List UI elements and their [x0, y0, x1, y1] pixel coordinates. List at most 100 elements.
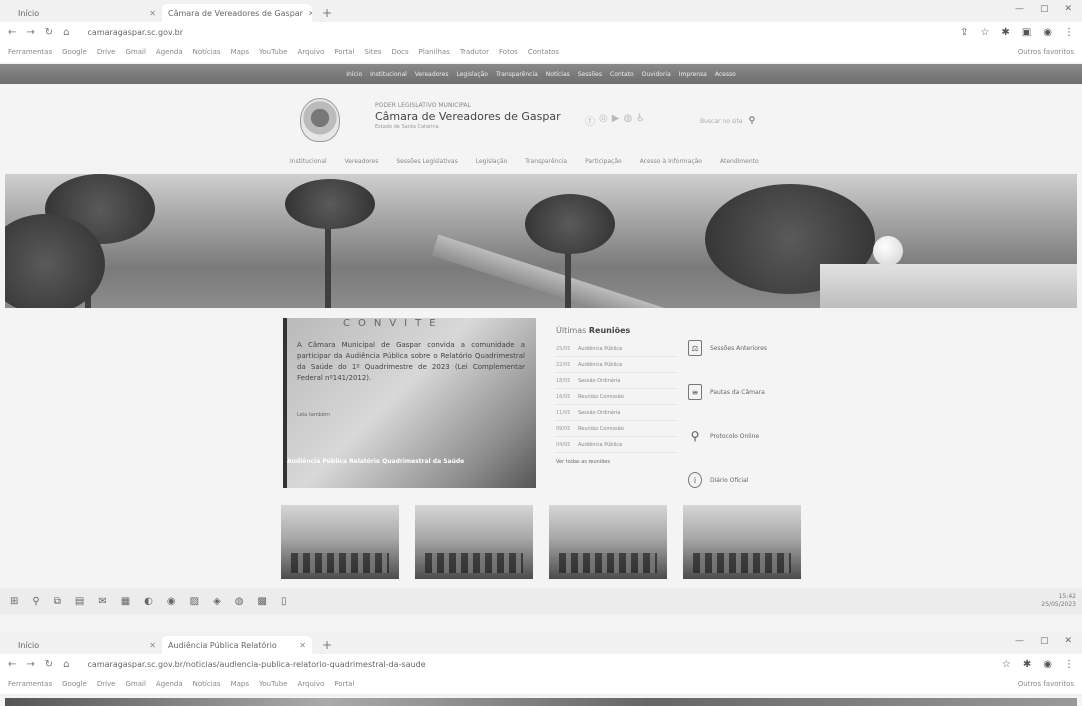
search-icon[interactable]: ⚲ [32, 596, 39, 607]
quick-link-protocol[interactable]: ⚲ Protocolo Online [688, 414, 828, 458]
gallery-photo[interactable] [281, 505, 399, 579]
youtube-icon[interactable]: ▶ [612, 113, 620, 128]
share-icon[interactable]: ⇪ [960, 27, 968, 38]
meeting-row[interactable]: 04/05 Audiência Pública [556, 437, 676, 453]
back-icon[interactable]: ← [8, 27, 16, 38]
close-icon[interactable]: ✕ [299, 641, 306, 650]
topnav-item[interactable]: Sessões [578, 71, 602, 78]
bookmark[interactable]: Portal [334, 48, 354, 56]
home-icon[interactable]: ⌂ [63, 27, 69, 38]
app-icon[interactable]: ◍ [235, 596, 244, 607]
mail-icon[interactable]: ✉ [98, 596, 106, 607]
bookmark[interactable]: Gmail [125, 680, 145, 688]
meeting-row[interactable]: 11/05 Sessão Ordinária [556, 405, 676, 421]
browser-tab[interactable]: Audiência Pública Relatório ✕ [162, 636, 312, 654]
mainnav-item[interactable]: Participação [585, 158, 622, 165]
bookmark[interactable]: Agenda [156, 680, 183, 688]
topnav-item[interactable]: Início [346, 71, 362, 78]
mainnav-item[interactable]: Atendimento [720, 158, 759, 165]
meeting-row[interactable]: 18/05 Sessão Ordinária [556, 373, 676, 389]
all-meetings-link[interactable]: Ver todas as reuniões [556, 459, 676, 465]
back-icon[interactable]: ← [8, 659, 16, 670]
bookmark[interactable]: Contatos [528, 48, 559, 56]
url-bar[interactable]: camaragaspar.sc.gov.br [80, 28, 184, 37]
bookmark[interactable]: Portal [334, 680, 354, 688]
bookmark[interactable]: Maps [231, 680, 249, 688]
topnav-item[interactable]: Institucional [370, 71, 407, 78]
reload-icon[interactable]: ↻ [45, 27, 53, 38]
gallery-photo[interactable] [683, 505, 801, 579]
forward-icon[interactable]: → [26, 659, 34, 670]
browser-tab[interactable]: Câmara de Vereadores de Gaspar ✕ [162, 4, 312, 22]
url-bar[interactable]: camaragaspar.sc.gov.br/noticias/audienci… [80, 660, 426, 669]
topnav-item[interactable]: Acesso [715, 71, 736, 78]
bookmark[interactable]: Ferramentas [8, 48, 52, 56]
bookmark[interactable]: Planilhas [419, 48, 450, 56]
topnav-item[interactable]: Vereadores [415, 71, 449, 78]
bookmark[interactable]: YouTube [259, 48, 287, 56]
instagram-icon[interactable]: ◎ [599, 113, 608, 128]
search-icon[interactable]: ⚲ [749, 116, 756, 126]
task-view-icon[interactable]: ⧉ [54, 596, 61, 607]
extensions-icon[interactable]: ✱ [1001, 27, 1009, 38]
accessibility-icon[interactable]: ♿ [636, 113, 645, 128]
menu-icon[interactable]: ⋮ [1064, 659, 1074, 670]
browser-tab[interactable]: Início ✕ [12, 636, 162, 654]
file-explorer-icon[interactable]: ▤ [75, 596, 84, 607]
quick-link-agendas[interactable]: ≡ Pautas da Câmara [688, 370, 828, 414]
gallery-photo[interactable] [415, 505, 533, 579]
word-icon[interactable]: ▨ [190, 596, 199, 607]
bookmark[interactable]: Drive [97, 680, 116, 688]
meeting-row[interactable]: 09/05 Reunião Comissão [556, 421, 676, 437]
topnav-item[interactable]: Imprensa [679, 71, 707, 78]
brand-text[interactable]: PODER LEGISLATIVO MUNICIPAL Câmara de Ve… [375, 102, 561, 130]
quick-link-sessions[interactable]: ⚖ Sessões Anteriores [688, 326, 828, 370]
topnav-item[interactable]: Transparência [496, 71, 538, 78]
profile-icon[interactable]: ◉ [1043, 27, 1052, 38]
new-tab-button[interactable]: + [312, 4, 342, 22]
mainnav-item[interactable]: Legislação [476, 158, 508, 165]
bookmark[interactable]: Google [62, 680, 87, 688]
browser-tab[interactable]: Início ✕ [12, 4, 162, 22]
store-icon[interactable]: ▦ [121, 596, 130, 607]
bookmark[interactable]: Docs [392, 48, 409, 56]
bookmark[interactable]: YouTube [259, 680, 287, 688]
close-window-icon[interactable]: ✕ [1064, 636, 1072, 646]
mainnav-item[interactable]: Institucional [290, 158, 327, 165]
bookmark[interactable]: Notícias [193, 48, 221, 56]
edge-icon[interactable]: ◐ [144, 596, 153, 607]
mainnav-item[interactable]: Sessões Legislativas [396, 158, 457, 165]
other-bookmarks[interactable]: Outros favoritos [1018, 48, 1074, 56]
topnav-item[interactable]: Ouvidoria [642, 71, 671, 78]
menu-icon[interactable]: ⋮ [1064, 27, 1074, 38]
system-clock[interactable]: 15:42 25/05/2023 [1041, 593, 1082, 609]
bookmark[interactable]: Arquivo [297, 680, 324, 688]
bookmark[interactable]: Maps [231, 48, 249, 56]
twitter-icon[interactable]: ◍ [623, 113, 632, 128]
forward-icon[interactable]: → [26, 27, 34, 38]
minimize-icon[interactable]: — [1015, 4, 1024, 14]
site-search[interactable]: Buscar no site ⚲ [700, 116, 755, 126]
star-icon[interactable]: ☆ [980, 27, 989, 38]
windows-start-icon[interactable]: ⊞ [10, 596, 18, 607]
app-icon[interactable]: ▯ [281, 596, 287, 607]
topnav-item[interactable]: Legislação [456, 71, 488, 78]
other-bookmarks[interactable]: Outros favoritos [1018, 680, 1074, 688]
bookmark[interactable]: Ferramentas [8, 680, 52, 688]
extensions-icon[interactable]: ✱ [1023, 659, 1031, 670]
minimize-icon[interactable]: — [1015, 636, 1024, 646]
coat-of-arms-logo[interactable] [300, 98, 340, 142]
meeting-row[interactable]: 22/05 Audiência Pública [556, 357, 676, 373]
reload-icon[interactable]: ↻ [45, 659, 53, 670]
profile-icon[interactable]: ◉ [1043, 659, 1052, 670]
bookmark[interactable]: Gmail [125, 48, 145, 56]
close-window-icon[interactable]: ✕ [1064, 4, 1072, 14]
close-icon[interactable]: ✕ [149, 641, 156, 650]
bookmark[interactable]: Fotos [499, 48, 518, 56]
app-icon[interactable]: ▩ [258, 596, 267, 607]
facebook-icon[interactable]: ⓕ [585, 113, 595, 128]
close-icon[interactable]: ✕ [149, 9, 156, 18]
gallery-photo[interactable] [549, 505, 667, 579]
maximize-icon[interactable]: ▢ [1040, 4, 1049, 14]
app-icon[interactable]: ◈ [213, 596, 221, 607]
